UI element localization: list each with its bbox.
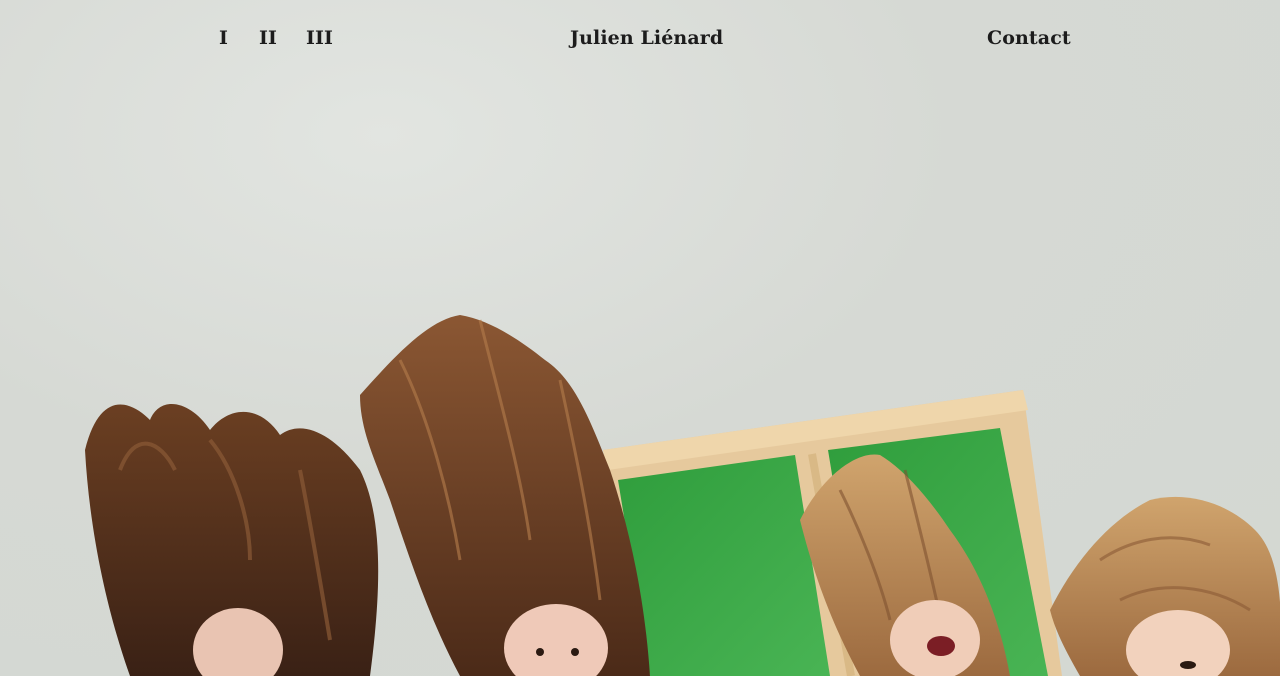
site-title[interactable]: Julien Liénard xyxy=(570,24,723,52)
nav-item-III[interactable]: III xyxy=(306,24,333,52)
girl-1 xyxy=(85,403,379,676)
nav-item-II[interactable]: II xyxy=(259,24,277,52)
top-nav: I II III Julien Liénard Contact xyxy=(0,24,1280,54)
contact-link[interactable]: Contact xyxy=(987,24,1071,52)
hero-photo-illustration xyxy=(85,315,1280,676)
nav-item-I[interactable]: I xyxy=(219,24,228,52)
hero-photo: I II III Julien Liénard Contact xyxy=(0,0,1280,676)
girl-4 xyxy=(1050,496,1280,676)
girl-2 xyxy=(360,315,650,676)
